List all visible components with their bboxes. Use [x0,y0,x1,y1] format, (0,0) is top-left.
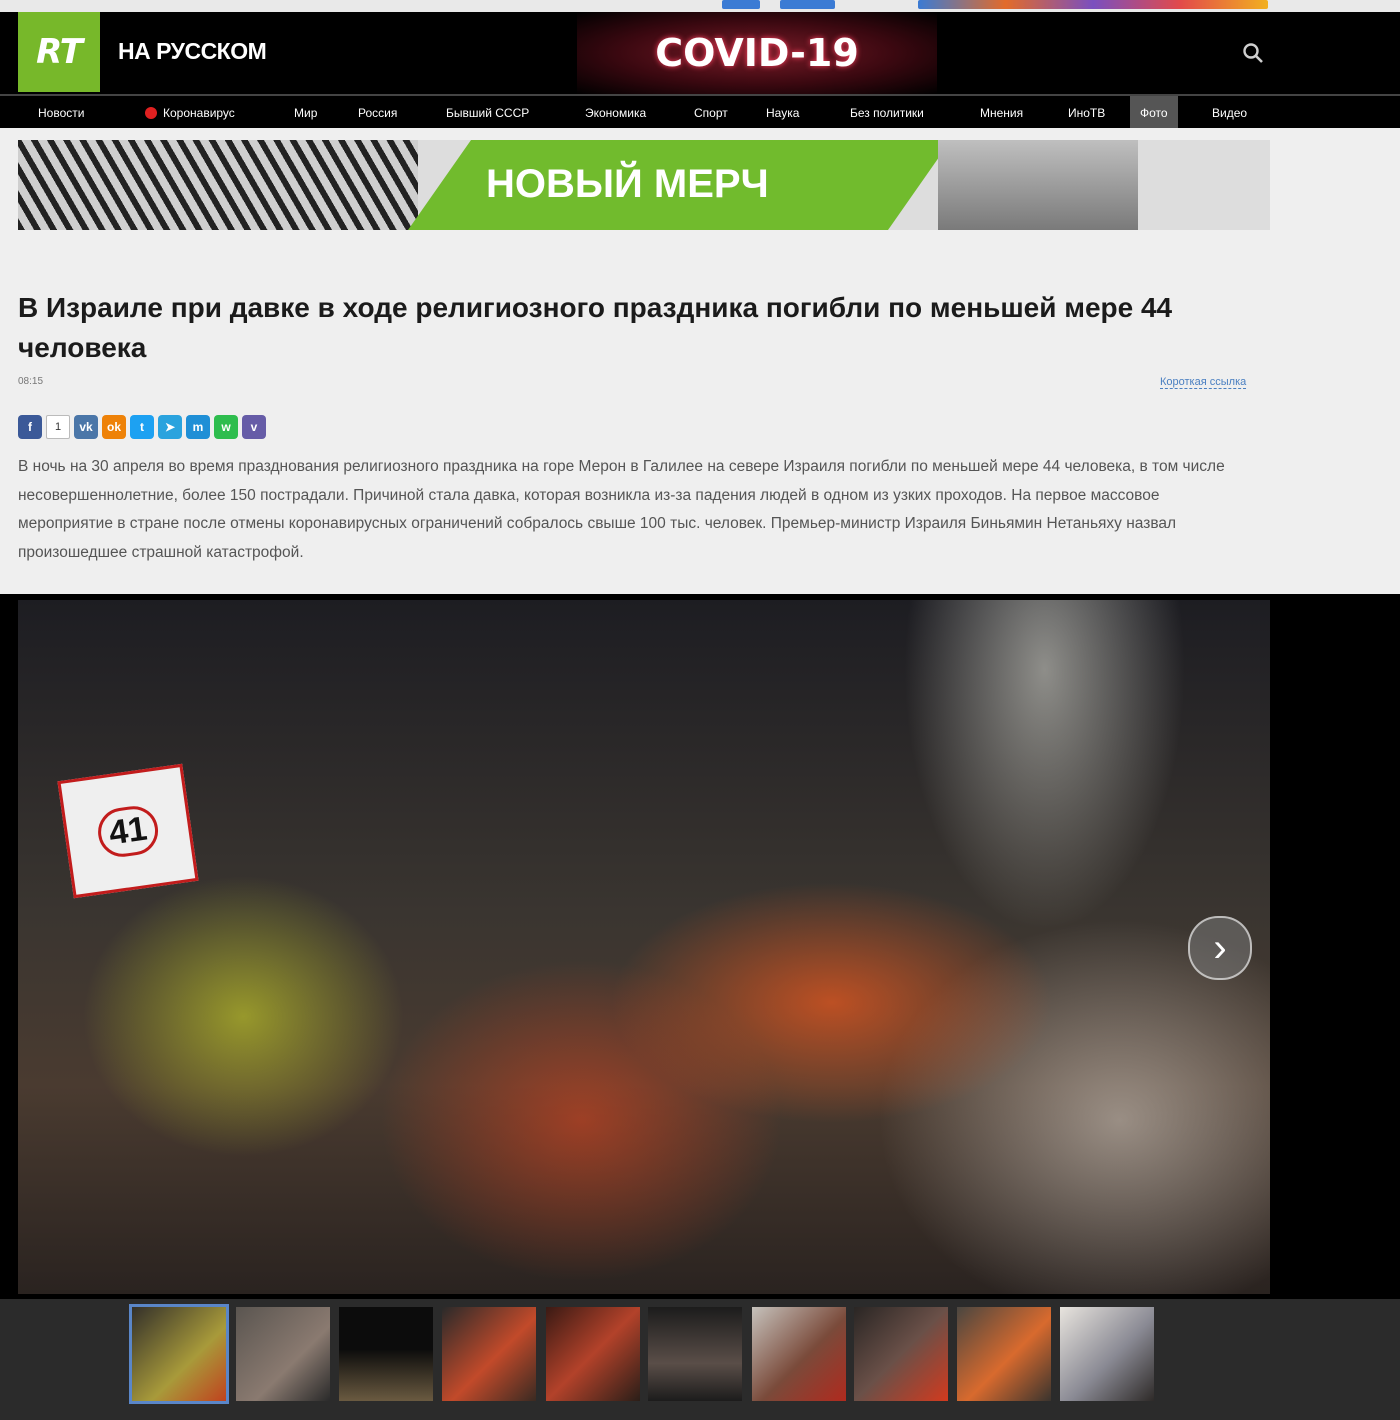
nav-item-economy[interactable]: Экономика [585,106,646,120]
gallery-main-photo[interactable]: 41 › [18,600,1270,1294]
messenger-icon[interactable]: m [186,415,210,439]
facebook-icon[interactable]: f [18,415,42,439]
viber-icon[interactable]: v [242,415,266,439]
odnoklassniki-icon[interactable]: ok [102,415,126,439]
thumbnail[interactable] [129,1304,229,1404]
whatsapp-icon[interactable]: w [214,415,238,439]
thumbnail[interactable] [339,1307,433,1401]
nav-item-news[interactable]: Новости [38,106,84,120]
main-nav: Новости Коронавирус Мир Россия Бывший СС… [0,94,1400,130]
thumbnail[interactable] [648,1307,742,1401]
nav-item-opinions[interactable]: Мнения [980,106,1023,120]
chevron-right-icon: › [1213,925,1227,970]
twitter-icon[interactable]: t [130,415,154,439]
merch-ad-banner[interactable]: НОВЫЙ МЕРЧ [18,140,1270,230]
nav-item-no-politics[interactable]: Без политики [850,106,924,120]
vk-icon[interactable]: vk [74,415,98,439]
photo-gallery: 41 › [0,594,1400,1299]
sign-41: 41 [57,763,199,899]
brand-name[interactable]: НА РУССКОМ [118,38,267,65]
nav-item-inotv[interactable]: ИноТВ [1068,106,1105,120]
share-count: 1 [46,415,70,439]
article-area: НОВЫЙ МЕРЧ В Израиле при давке в ходе ре… [0,128,1400,594]
nav-item-coronavirus[interactable]: Коронавирус [145,106,235,120]
site-header: RT НА РУССКОМ COVID-19 [0,12,1400,94]
thumbnail[interactable] [442,1307,536,1401]
thumbnail-strip [0,1299,1400,1420]
merch-models-image [938,140,1138,230]
thumbnail[interactable] [752,1307,846,1401]
telegram-icon[interactable]: ➤ [158,415,182,439]
nav-item-ussr[interactable]: Бывший СССР [446,106,529,120]
nav-item-science[interactable]: Наука [766,106,799,120]
nav-item-russia[interactable]: Россия [358,106,397,120]
rt-logo[interactable]: RT [18,12,100,92]
nav-item-video[interactable]: Видео [1212,106,1247,120]
nav-item-sport[interactable]: Спорт [694,106,728,120]
thumbnail[interactable] [546,1307,640,1401]
share-bar: f 1 vk ok t ➤ m w v [18,415,266,439]
merch-ad-text: НОВЫЙ МЕРЧ [486,162,769,206]
thumbnail[interactable] [854,1307,948,1401]
nav-item-world[interactable]: Мир [294,106,317,120]
article-lead: В ночь на 30 апреля во время праздновани… [18,458,1225,561]
next-photo-button[interactable]: › [1188,916,1252,980]
browser-top-strip [0,0,1400,12]
thumbnail[interactable] [236,1307,330,1401]
covid-banner[interactable]: COVID-19 [577,12,937,94]
short-link[interactable]: Короткая ссылка [1160,376,1247,389]
live-dot-icon [145,107,157,119]
thumbnail[interactable] [1060,1307,1154,1401]
article-time: 08:15 [18,376,44,387]
article-title: В Израиле при давке в ходе религиозного … [18,292,1173,363]
thumbnail[interactable] [957,1307,1051,1401]
search-icon[interactable] [1242,42,1264,64]
nav-item-photo[interactable]: Фото [1130,96,1178,130]
merch-pattern-image [18,140,418,230]
